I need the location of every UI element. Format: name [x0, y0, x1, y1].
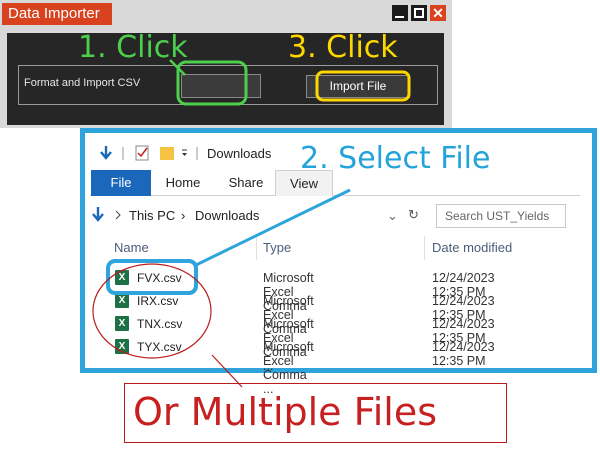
step2-annotation: 2. Select File: [300, 141, 491, 176]
multiple-files-annotation: Or Multiple Files: [124, 383, 507, 443]
step3-annotation: 3. Click: [288, 30, 398, 65]
multiple-files-circle: [92, 263, 212, 359]
step1-highlight: [176, 60, 248, 106]
step1-annotation: 1. Click: [78, 30, 188, 65]
step3-highlight: [315, 70, 411, 102]
step2-pointer: [195, 188, 351, 267]
step2-highlight: [106, 259, 198, 295]
